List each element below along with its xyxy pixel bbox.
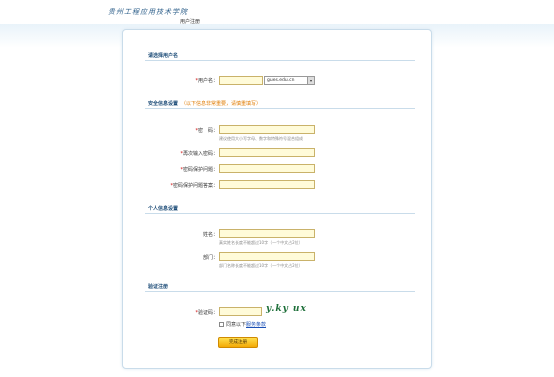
site-logo: 贵州工程应用技术学院: [108, 8, 188, 16]
section-divider: [145, 291, 415, 292]
section-divider: [145, 60, 415, 61]
terms-link[interactable]: 服务条款: [246, 322, 266, 328]
agree-checkbox[interactable]: [219, 322, 224, 327]
password-confirm-label: *再次输入密码：: [180, 151, 218, 157]
section-divider: [145, 213, 415, 214]
security-answer-input[interactable]: [219, 180, 315, 189]
domain-select-value: gues.edu.cn: [267, 78, 295, 83]
department-help: 部门名称长度不能超过10字（一个中文占2位）: [219, 263, 303, 268]
security-question-label: *密码保护问题：: [180, 167, 218, 173]
section-title-verify: 验证注册: [148, 284, 169, 290]
department-label: 部门：: [202, 255, 218, 261]
password-input[interactable]: [219, 125, 315, 134]
password-confirm-input[interactable]: [219, 148, 315, 157]
captcha-image[interactable]: y.ky ux: [266, 304, 307, 314]
section-title-personal: 个人信息设置: [148, 206, 179, 212]
name-help: 真实姓名长度不能超过10字（一个中文占2位）: [219, 240, 303, 245]
section-title-username: 请选择用户名: [148, 53, 179, 59]
name-label: 姓名：: [202, 232, 218, 238]
username-input[interactable]: [219, 76, 263, 85]
name-input[interactable]: [219, 229, 315, 238]
chevron-down-icon: ▾: [307, 77, 314, 84]
section-title-security: 安全信息设置 （以下信息非常重要，请慎重填写）: [148, 101, 262, 107]
department-input[interactable]: [219, 252, 315, 261]
section-divider: [145, 108, 415, 109]
submit-button[interactable]: 完成注册: [218, 337, 258, 348]
username-label: *用户名：: [195, 78, 218, 84]
security-answer-label: *密码保护问题答案：: [170, 183, 218, 189]
captcha-label: *验证码：: [195, 310, 218, 316]
domain-select[interactable]: gues.edu.cn ▾: [264, 76, 315, 85]
captcha-input[interactable]: [219, 307, 262, 316]
password-help: 建议使用大小写字母、数字和特殊符号混合组成: [219, 136, 303, 141]
password-label: *密 码：: [195, 128, 218, 134]
page-title: 用户注册: [180, 19, 201, 25]
security-note: （以下信息非常重要，请慎重填写）: [181, 101, 262, 107]
security-question-input[interactable]: [219, 164, 315, 173]
agree-text: 同意以下服务条款: [226, 322, 267, 328]
